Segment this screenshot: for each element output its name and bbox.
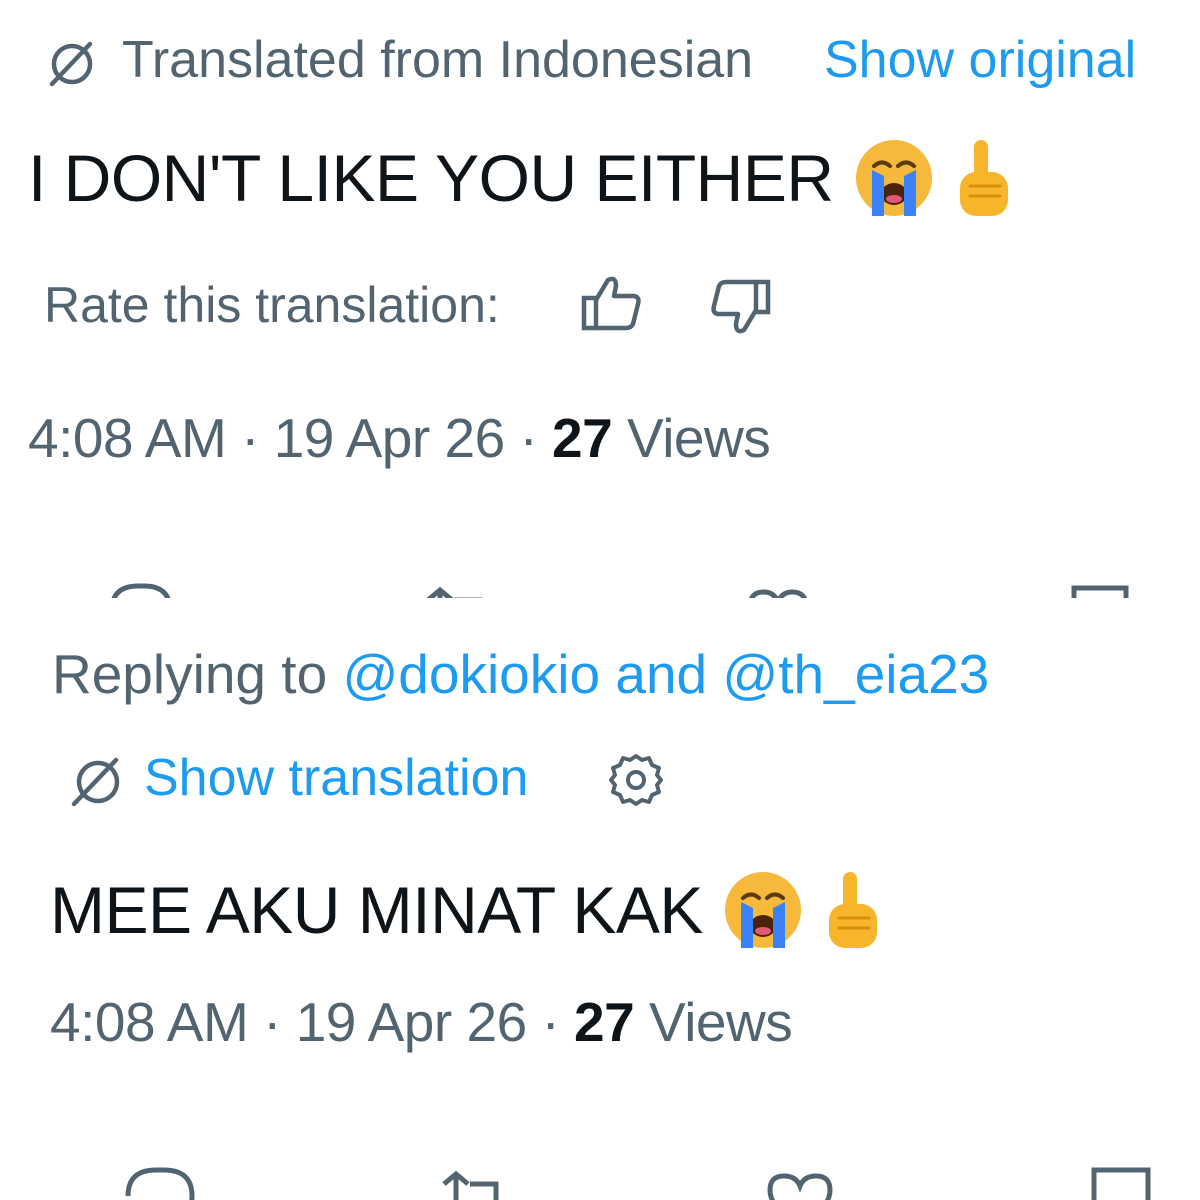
- bookmark-icon[interactable]: [1068, 582, 1132, 598]
- tweet-time[interactable]: 4:08 AM: [28, 407, 227, 469]
- show-translation-link[interactable]: Show translation: [144, 748, 528, 808]
- views-count: 27: [574, 991, 635, 1053]
- mention-link[interactable]: @th_eia23: [722, 643, 989, 705]
- loudly-crying-face-emoji: [852, 136, 936, 220]
- replying-to-label: Replying to: [52, 643, 328, 705]
- tweet-meta: 4:08 AM · 19 Apr 26 · 27 Views: [28, 406, 771, 470]
- separator-dot: ·: [519, 407, 538, 469]
- tweet-date[interactable]: 19 Apr 26: [296, 991, 527, 1053]
- views-label: Views: [649, 991, 793, 1053]
- separator-dot: ·: [241, 407, 259, 469]
- thumbs-up-icon[interactable]: [578, 272, 644, 334]
- mention-link[interactable]: @dokiokio: [342, 643, 600, 705]
- tweet-time[interactable]: 4:08 AM: [50, 991, 249, 1053]
- retweet-icon[interactable]: [436, 1170, 516, 1200]
- gear-icon[interactable]: [606, 750, 666, 810]
- translated-from-label: Translated from Indonesian: [122, 31, 754, 89]
- tweet-text: I DON'T LIKE YOU EITHER: [28, 136, 1018, 220]
- heart-icon[interactable]: [742, 586, 814, 598]
- tweet-meta: 4:08 AM · 19 Apr 26 · 27 Views: [50, 990, 793, 1054]
- tweet-detail-1: Translated from Indonesian Show original…: [0, 0, 1200, 598]
- tweet-date[interactable]: 19 Apr 26: [274, 407, 505, 469]
- retweet-icon[interactable]: [420, 586, 500, 598]
- replying-to-line: Replying to @dokiokio and @th_eia23: [52, 642, 989, 706]
- loudly-crying-face-emoji: [721, 868, 805, 952]
- and-label: and: [615, 643, 708, 705]
- tweet-text-content: MEE AKU MINAT KAK: [50, 873, 703, 947]
- translate-icon: [44, 34, 100, 90]
- bookmark-icon[interactable]: [1088, 1164, 1154, 1200]
- translate-icon: [66, 752, 126, 812]
- reply-icon[interactable]: [104, 580, 176, 598]
- index-pointing-up-emoji: [948, 136, 1018, 220]
- tweet-detail-2: Replying to @dokiokio and @th_eia23 Show…: [0, 598, 1200, 1200]
- thumbs-down-icon[interactable]: [708, 276, 774, 338]
- separator-dot: ·: [263, 991, 281, 1053]
- reply-icon[interactable]: [120, 1164, 200, 1200]
- tweet-text: MEE AKU MINAT KAK: [50, 868, 887, 952]
- show-original-link[interactable]: Show original: [824, 30, 1136, 90]
- tweet-text-content: I DON'T LIKE YOU EITHER: [28, 141, 834, 215]
- separator-dot: ·: [541, 991, 560, 1053]
- index-pointing-up-emoji: [817, 868, 887, 952]
- views-label: Views: [627, 407, 771, 469]
- heart-icon[interactable]: [762, 1170, 838, 1200]
- views-count: 27: [552, 407, 613, 469]
- rate-translation-label: Rate this translation:: [44, 277, 500, 333]
